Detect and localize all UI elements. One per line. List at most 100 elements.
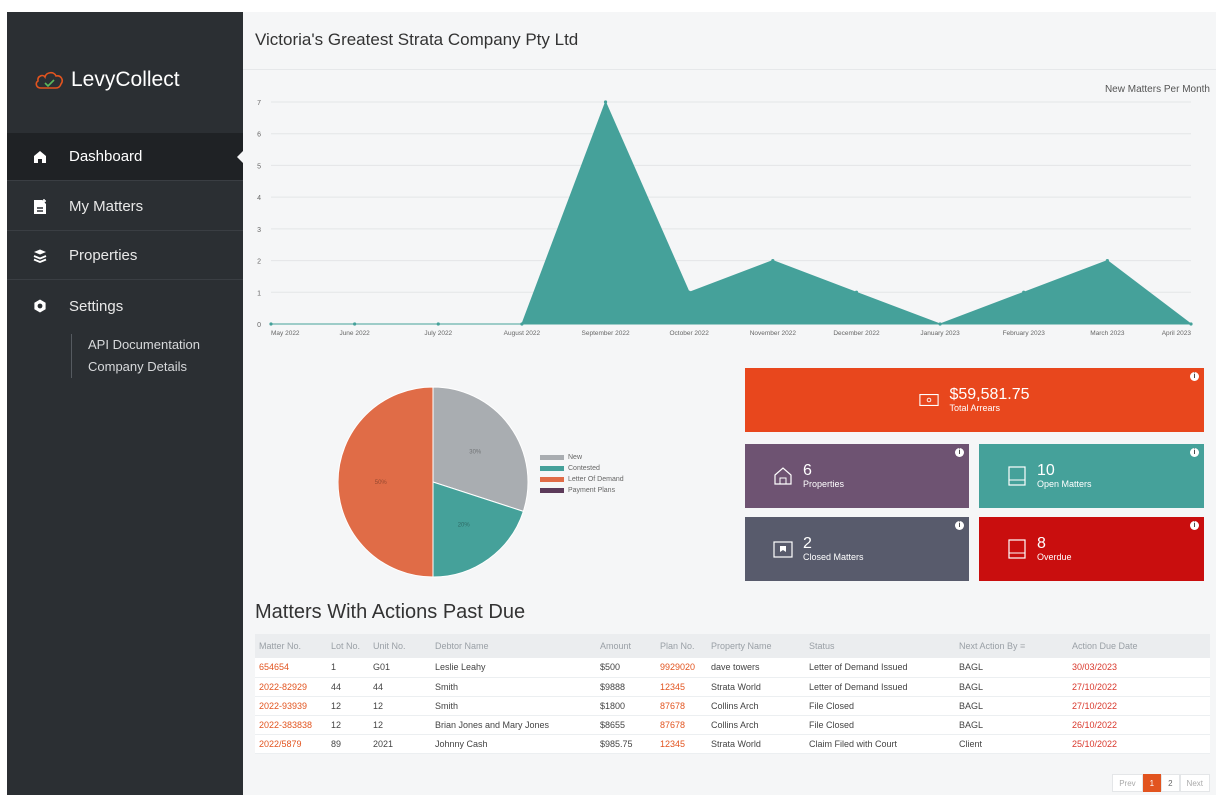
open-matters-card[interactable]: i 10 Open Matters [979,444,1204,508]
table-cell: $9888 [596,677,656,697]
data-point[interactable] [938,322,942,326]
table-cell: Collins Arch [707,715,805,735]
column-header[interactable]: Unit No. [369,634,431,658]
column-header[interactable]: Next Action By ≡ [955,634,1068,658]
page-2-button[interactable]: 2 [1161,774,1180,792]
x-tick-label: September 2022 [582,330,630,337]
legend-label: Payment Plans [568,487,616,494]
table-cell: BAGL [955,696,1068,716]
next-button[interactable]: Next [1179,774,1210,792]
table-cell[interactable]: 654654 [255,658,327,678]
table-cell: 44 [327,677,369,697]
page-1-button[interactable]: 1 [1142,774,1162,792]
properties-card[interactable]: i 6 Properties [745,444,969,508]
closed-matters-label: Closed Matters [803,552,864,562]
settings-subnav: API Documentation Company Details [71,334,200,378]
data-point[interactable] [1105,258,1109,263]
sidebar-item-label: Dashboard [69,148,143,165]
table-cell[interactable]: 2022-93939 [255,696,327,716]
data-point[interactable] [1022,290,1026,294]
sidebar-item-dashboard[interactable]: Dashboard [7,133,243,181]
table-cell[interactable]: 9929020 [656,658,707,678]
data-point[interactable] [687,290,691,294]
table-cell: Letter of Demand Issued [805,658,955,678]
brand-name: LevyCollect [71,68,180,91]
properties-label: Properties [803,479,845,489]
column-header[interactable]: Lot No. [327,634,369,658]
column-header[interactable]: Debtor Name [431,634,596,658]
table-row[interactable]: 2022-93939 12 12 Smith $1800 87678 Collins Arc… [255,696,1210,716]
legend-swatch [540,466,564,471]
top-bar: Victoria's Greatest Strata Company Pty L… [243,12,1216,70]
closed-matters-card[interactable]: i 2 Closed Matters [745,517,969,581]
column-header[interactable]: Status [805,634,955,658]
table-row[interactable]: 2022-82929 44 44 Smith $9888 12345 Strata Worl… [255,677,1210,697]
data-point[interactable] [520,322,524,326]
column-header[interactable]: Plan No. [656,634,707,658]
x-tick-label: June 2022 [339,330,370,337]
overdue-card[interactable]: i 8 Overdue [979,517,1204,581]
y-tick-label: 3 [257,227,261,234]
data-point[interactable] [854,290,859,294]
legend-label: New [568,454,583,461]
table-cell[interactable]: 12345 [656,734,707,754]
money-icon [919,390,940,410]
table-cell[interactable]: 87678 [656,715,707,735]
info-icon[interactable]: i [1190,521,1199,530]
y-tick-label: 4 [257,195,261,202]
table-row[interactable]: 654654 1 G01 Leslie Leahy $500 9929020 dave to… [255,658,1210,678]
table-cell: Strata World [707,677,805,697]
table-cell: 27/10/2022 [1068,677,1210,697]
data-point[interactable] [1189,322,1193,326]
table-row[interactable]: 2022-383838 12 12 Brian Jones and Mary Jone… [255,715,1210,735]
total-arrears-label: Total Arrears [949,403,1000,413]
data-point[interactable] [603,100,608,104]
data-point[interactable] [771,258,775,263]
table-cell[interactable]: 2022/5879 [255,734,327,754]
legend-item: New [540,452,624,463]
table-cell: 12 [369,696,431,716]
pagination: Prev 1 2 Next [1112,774,1210,792]
legend-item: Letter Of Demand [540,474,624,485]
total-arrears-card[interactable]: i $59,581.75 Total Arrears [745,368,1204,432]
house-icon [773,466,793,486]
sidebar-item-label: Properties [69,247,138,264]
column-header[interactable]: Property Name [707,634,805,658]
info-icon[interactable]: i [1190,372,1199,381]
table-cell[interactable]: 12345 [656,677,707,697]
sort-icon[interactable]: ≡ [1020,641,1025,651]
x-tick-label: November 2022 [750,330,797,337]
legend-swatch [540,488,564,493]
table-row[interactable]: 2022/5879 89 2021 Johnny Cash $985.75 12345 St… [255,734,1210,754]
column-header[interactable]: Matter No. [255,634,327,658]
x-tick-label: July 2022 [424,330,452,337]
properties-value: 6 [803,462,812,479]
table-cell[interactable]: 2022-383838 [255,715,327,735]
info-icon[interactable]: i [955,448,964,457]
overdue-value: 8 [1037,535,1046,552]
info-icon[interactable]: i [955,521,964,530]
logo[interactable]: LevyCollect [33,68,180,92]
table-cell: 1 [327,658,369,678]
subnav-item-api-documentation[interactable]: API Documentation [88,334,200,356]
sidebar-item-properties[interactable]: Properties [7,232,243,280]
sidebar-item-settings[interactable]: Settings [7,282,243,330]
table-cell[interactable]: 87678 [656,696,707,716]
data-point[interactable] [436,322,440,326]
table-cell: BAGL [955,658,1068,678]
sidebar-item-my-matters[interactable]: My Matters [7,183,243,231]
subnav-item-company-details[interactable]: Company Details [88,356,200,378]
table-cell: 27/10/2022 [1068,696,1210,716]
column-header[interactable]: Amount [596,634,656,658]
legend-item: Payment Plans [540,485,624,496]
table-cell[interactable]: 2022-82929 [255,677,327,697]
prev-button[interactable]: Prev [1112,774,1143,792]
info-icon[interactable]: i [1190,448,1199,457]
legend-swatch [540,477,564,482]
table-cell: Client [955,734,1068,754]
data-point[interactable] [353,322,357,326]
data-point[interactable] [269,322,273,326]
document-add-icon [33,198,47,215]
sidebar: LevyCollect Dashboard My Matters Propert… [7,12,243,795]
column-header[interactable]: Action Due Date [1068,634,1210,658]
